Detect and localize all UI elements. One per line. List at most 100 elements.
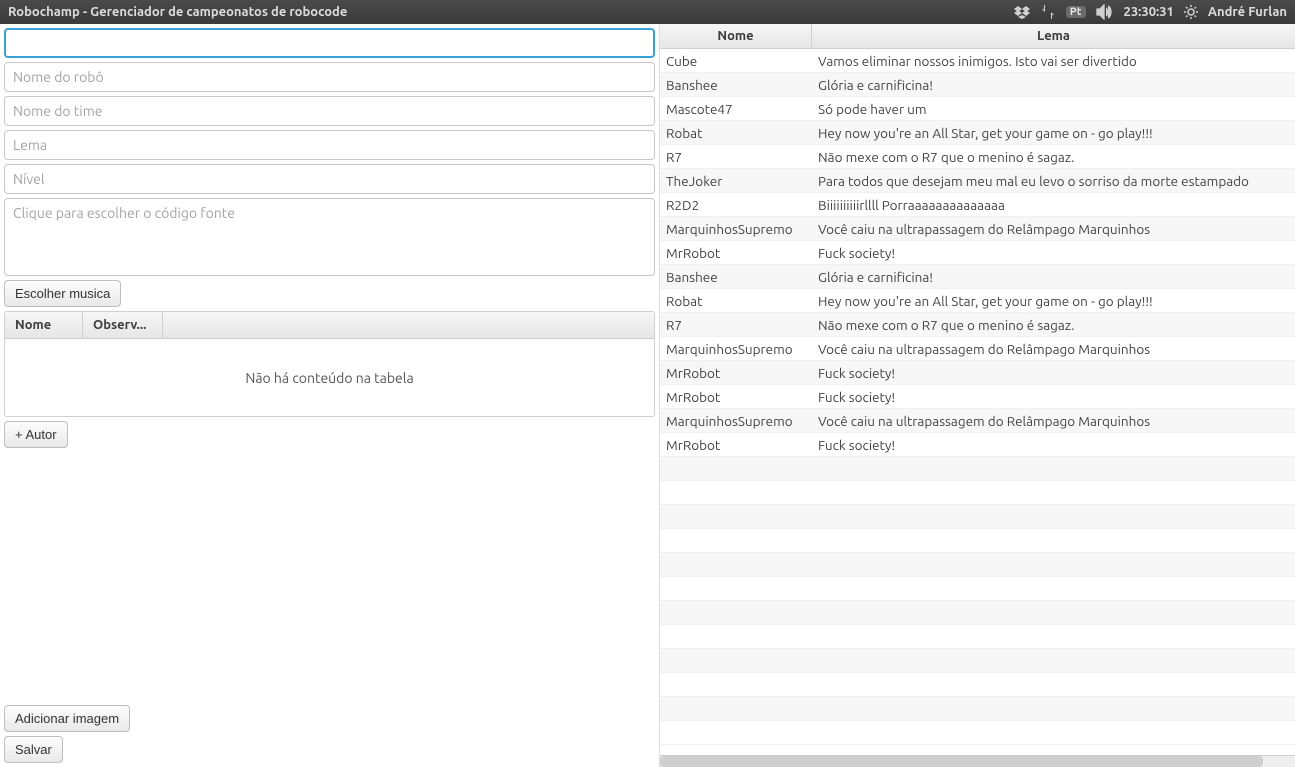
cell-lema xyxy=(812,490,1295,496)
cell-lema xyxy=(812,730,1295,736)
authors-table-empty: Não há conteúdo na tabela xyxy=(5,339,654,416)
cell-nome: MrRobot xyxy=(660,386,812,408)
cell-nome: TheJoker xyxy=(660,170,812,192)
table-row[interactable]: R7Não mexe com o R7 que o menino é sagaz… xyxy=(660,313,1295,337)
table-row[interactable] xyxy=(660,505,1295,529)
window-title: Robochamp - Gerenciador de campeonatos d… xyxy=(8,5,1014,19)
cell-lema: Não mexe com o R7 que o menino é sagaz. xyxy=(812,314,1295,336)
cell-nome: MarquinhosSupremo xyxy=(660,218,812,240)
table-row[interactable] xyxy=(660,697,1295,721)
cell-lema xyxy=(812,610,1295,616)
table-row[interactable]: MrRobotFuck society! xyxy=(660,241,1295,265)
table-row[interactable] xyxy=(660,457,1295,481)
robots-col-nome[interactable]: Nome xyxy=(660,24,812,48)
cell-lema: Hey now you're an All Star, get your gam… xyxy=(812,122,1295,144)
table-row[interactable] xyxy=(660,577,1295,601)
team-name-input[interactable] xyxy=(4,96,655,126)
table-row[interactable]: MrRobotFuck society! xyxy=(660,433,1295,457)
cell-nome xyxy=(660,634,812,640)
table-row[interactable]: MrRobotFuck society! xyxy=(660,361,1295,385)
cell-nome xyxy=(660,682,812,688)
cell-nome: MarquinhosSupremo xyxy=(660,338,812,360)
cell-lema xyxy=(812,538,1295,544)
save-button[interactable]: Salvar xyxy=(4,736,63,763)
table-row[interactable]: RobatHey now you're an All Star, get you… xyxy=(660,121,1295,145)
table-row[interactable]: MarquinhosSupremoVocê caiu na ultrapassa… xyxy=(660,337,1295,361)
add-image-button[interactable]: Adicionar imagem xyxy=(4,705,130,732)
robot-name-input[interactable] xyxy=(4,62,655,92)
network-icon[interactable] xyxy=(1040,4,1056,20)
cell-nome: MrRobot xyxy=(660,242,812,264)
table-row[interactable]: RobatHey now you're an All Star, get you… xyxy=(660,289,1295,313)
table-row[interactable]: R7Não mexe com o R7 que o menino é sagaz… xyxy=(660,145,1295,169)
cell-nome xyxy=(660,658,812,664)
cell-lema: Não mexe com o R7 que o menino é sagaz. xyxy=(812,146,1295,168)
add-author-button[interactable]: + Autor xyxy=(4,421,68,448)
table-row[interactable] xyxy=(660,649,1295,673)
cell-nome: MrRobot xyxy=(660,362,812,384)
cell-nome xyxy=(660,514,812,520)
table-row[interactable] xyxy=(660,673,1295,697)
authors-col-observ[interactable]: Observ... xyxy=(83,312,163,338)
cell-lema: Fuck society! xyxy=(812,242,1295,264)
cell-lema: Glória e carnificina! xyxy=(812,266,1295,288)
settings-icon[interactable] xyxy=(1184,5,1198,19)
table-row[interactable] xyxy=(660,529,1295,553)
cell-nome xyxy=(660,730,812,736)
table-row[interactable] xyxy=(660,553,1295,577)
table-row[interactable]: BansheeGlória e carnificina! xyxy=(660,265,1295,289)
robots-panel: Nome Lema CubeVamos eliminar nossos inim… xyxy=(660,24,1295,767)
cell-nome: R7 xyxy=(660,146,812,168)
scrollbar-thumb[interactable] xyxy=(660,756,1263,767)
horizontal-scrollbar[interactable] xyxy=(660,755,1295,767)
clock[interactable]: 23:30:31 xyxy=(1124,5,1174,19)
cell-nome: Robat xyxy=(660,290,812,312)
cell-nome xyxy=(660,538,812,544)
table-row[interactable]: Mascote47Só pode haver um xyxy=(660,97,1295,121)
cell-lema: Só pode haver um xyxy=(812,98,1295,120)
cell-nome xyxy=(660,490,812,496)
authors-table: Nome Observ... Não há conteúdo na tabela xyxy=(4,311,655,417)
cell-lema: Biiiiiiiiiirllll Porraaaaaaaaaaaaaa xyxy=(812,194,1295,216)
table-row[interactable] xyxy=(660,625,1295,649)
source-code-input[interactable] xyxy=(4,198,655,276)
authors-col-blank xyxy=(163,312,654,338)
lema-input[interactable] xyxy=(4,130,655,160)
cell-nome xyxy=(660,562,812,568)
cell-nome: MarquinhosSupremo xyxy=(660,410,812,432)
table-row[interactable]: MrRobotFuck society! xyxy=(660,385,1295,409)
table-row[interactable]: BansheeGlória e carnificina! xyxy=(660,73,1295,97)
table-row[interactable]: MarquinhosSupremoVocê caiu na ultrapassa… xyxy=(660,217,1295,241)
field-1-input[interactable] xyxy=(4,28,655,58)
cell-lema xyxy=(812,706,1295,712)
cell-lema: Você caiu na ultrapassagem do Relâmpago … xyxy=(812,218,1295,240)
cell-lema xyxy=(812,514,1295,520)
robots-col-lema[interactable]: Lema xyxy=(812,24,1295,48)
authors-col-nome[interactable]: Nome xyxy=(5,312,83,338)
cell-lema: Fuck society! xyxy=(812,362,1295,384)
choose-music-button[interactable]: Escolher musica xyxy=(4,280,121,307)
volume-icon[interactable] xyxy=(1096,4,1114,20)
cell-nome: R2D2 xyxy=(660,194,812,216)
user-name[interactable]: André Furlan xyxy=(1208,5,1287,19)
cell-lema xyxy=(812,466,1295,472)
table-row[interactable]: R2D2Biiiiiiiiiirllll Porraaaaaaaaaaaaaa xyxy=(660,193,1295,217)
table-row[interactable] xyxy=(660,481,1295,505)
cell-lema xyxy=(812,634,1295,640)
table-row[interactable] xyxy=(660,601,1295,625)
table-row[interactable] xyxy=(660,721,1295,745)
cell-lema: Fuck society! xyxy=(812,434,1295,456)
cell-nome xyxy=(660,610,812,616)
cell-nome: Banshee xyxy=(660,266,812,288)
table-row[interactable]: CubeVamos eliminar nossos inimigos. Isto… xyxy=(660,49,1295,73)
table-row[interactable]: MarquinhosSupremoVocê caiu na ultrapassa… xyxy=(660,409,1295,433)
keyboard-layout-badge[interactable]: Pt xyxy=(1066,6,1086,18)
cell-lema: Fuck society! xyxy=(812,386,1295,408)
dropbox-icon[interactable] xyxy=(1014,4,1030,20)
cell-lema: Você caiu na ultrapassagem do Relâmpago … xyxy=(812,410,1295,432)
authors-table-header: Nome Observ... xyxy=(5,312,654,339)
cell-lema: Hey now you're an All Star, get your gam… xyxy=(812,290,1295,312)
table-row[interactable]: TheJokerPara todos que desejam meu mal e… xyxy=(660,169,1295,193)
cell-lema xyxy=(812,586,1295,592)
nivel-input[interactable] xyxy=(4,164,655,194)
